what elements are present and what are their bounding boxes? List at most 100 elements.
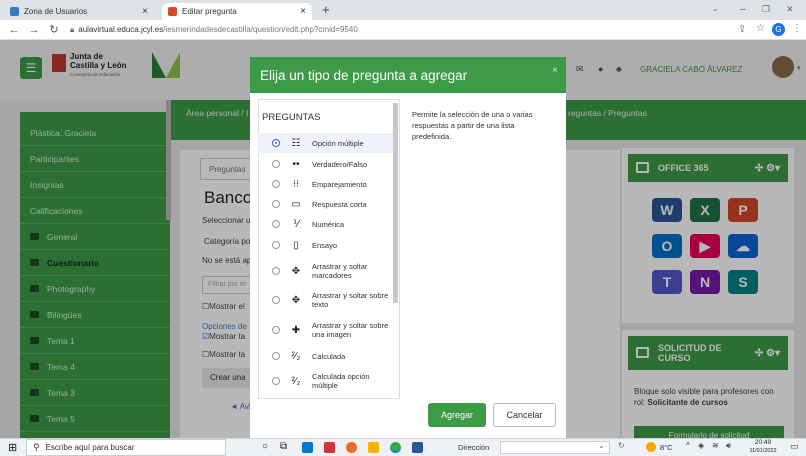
question-type-icon: ▯ [293, 239, 299, 251]
close-window-button[interactable]: ✕ [786, 4, 794, 15]
tab-title: Editar pregunta [182, 7, 237, 16]
question-type-label: Arrastrar y soltar marcadores [312, 262, 368, 280]
question-type-label: Calculada opción múltiple [312, 372, 370, 390]
address-toolbar-label: Dirección [458, 443, 490, 452]
menu-kebab-icon[interactable]: ⋮ [792, 23, 802, 34]
question-type-icon: ✥ [291, 294, 301, 306]
office-icon[interactable] [324, 442, 335, 453]
taskbar-search-box[interactable]: ⚲ Escribe aquí para buscar [26, 439, 226, 456]
file-explorer-icon[interactable] [368, 442, 379, 453]
profile-avatar[interactable]: G [772, 23, 785, 36]
question-type-option[interactable]: ²∕₂ Calculada [258, 346, 393, 366]
question-type-option[interactable]: ▯ Ensayo [258, 234, 393, 256]
moodle-favicon-icon [10, 7, 19, 16]
tray-chevron-icon[interactable]: ^ [686, 441, 690, 450]
windows-taskbar: ⊞ ⚲ Escribe aquí para buscar ○ ⧉ Direcci… [0, 438, 806, 456]
url-field[interactable]: aulavirtual.educa.jcyl.es/iesmerindadesd… [78, 25, 358, 34]
forward-arrow-icon[interactable]: → [28, 24, 40, 36]
radio-selected[interactable] [272, 139, 280, 147]
question-type-icon: ⁝⁝ [292, 178, 300, 190]
bookmark-star-icon[interactable]: ☆ [756, 23, 765, 34]
action-center-icon[interactable]: ▭ [790, 441, 799, 452]
question-type-label: Arrastrar y soltar sobre texto [312, 291, 389, 309]
radio-unselected[interactable] [272, 326, 280, 334]
moodle-favicon-icon [168, 7, 177, 16]
question-type-icon: ▭ [291, 198, 301, 210]
question-type-option[interactable]: ²∕₂ Calculada opción múltiple [258, 367, 393, 395]
question-type-option[interactable]: ⁝⁝ Emparejamiento [258, 174, 393, 194]
radio-unselected[interactable] [272, 160, 280, 168]
chrome-icon[interactable] [390, 442, 401, 453]
cancel-button[interactable]: Cancelar [493, 403, 556, 427]
question-type-label: Respuesta corta [312, 199, 367, 209]
wifi-icon[interactable]: ≋ [712, 441, 719, 450]
question-type-option[interactable]: ✥ Arrastrar y soltar marcadores [258, 257, 393, 285]
search-icon: ⚲ [33, 442, 40, 452]
radio-unselected[interactable] [272, 296, 280, 304]
question-type-icon: ☷ [291, 137, 301, 149]
url-path: /iesmerindadesdecastilla/question/edit.p… [163, 25, 358, 34]
tab-search-chevron-icon[interactable]: ⌄ [712, 4, 719, 13]
weather-temp[interactable]: 8°C [660, 443, 673, 452]
address-bar: ← → ↻ 🔒︎ aulavirtual.educa.jcyl.es/iesme… [0, 20, 806, 40]
address-dropdown-icon[interactable]: ⌄ [598, 441, 605, 450]
question-type-option[interactable]: ▭ Respuesta corta [258, 194, 393, 214]
minimize-button[interactable]: – [740, 4, 746, 15]
question-type-label: Emparejamiento [312, 179, 367, 189]
taskbar-search-placeholder: Escribe aquí para buscar [45, 443, 135, 452]
question-type-label: Ensayo [312, 240, 338, 250]
reload-icon[interactable]: ↻ [48, 23, 60, 36]
question-type-label: Calculada [312, 351, 346, 361]
task-view-icon[interactable]: ⧉ [280, 441, 287, 452]
question-type-option[interactable]: ⅟ Numérica [258, 214, 393, 234]
word-taskbar-icon[interactable] [412, 442, 423, 453]
dialog-close-button[interactable]: × [552, 65, 558, 76]
radio-unselected[interactable] [272, 377, 280, 385]
clock-date: 11/01/2022 [749, 448, 777, 454]
weather-icon [646, 442, 656, 452]
question-type-label: Verdadero/Falso [312, 159, 368, 169]
radio-unselected[interactable] [272, 220, 280, 228]
dialog-title: Elija un tipo de pregunta a agregar [260, 67, 468, 83]
windows-start-icon[interactable]: ⊞ [8, 441, 17, 454]
question-type-label: Arrastrar y soltar sobre una imagen [312, 321, 389, 339]
refresh-icon[interactable]: ↻ [618, 441, 625, 450]
browser-tab-bar: Zona de Usuarios × Editar pregunta × + ⌄… [0, 0, 806, 20]
maximize-button[interactable]: ❐ [762, 4, 770, 15]
address-toolbar-input[interactable] [500, 441, 610, 454]
radio-unselected[interactable] [272, 200, 280, 208]
tab-close-icon[interactable]: × [300, 6, 306, 17]
back-arrow-icon[interactable]: ← [8, 24, 20, 36]
question-type-icon: ✚ [291, 324, 301, 336]
radio-unselected[interactable] [272, 352, 280, 360]
question-type-description: Permite la selección de una o varias res… [412, 110, 533, 141]
radio-unselected[interactable] [272, 267, 280, 275]
question-type-label: Numérica [312, 219, 345, 229]
network-icon[interactable]: ◈ [698, 441, 704, 450]
question-type-icon: ✥ [291, 265, 301, 277]
question-type-option[interactable]: ✚ Arrastrar y soltar sobre una imagen [258, 315, 393, 345]
radio-unselected[interactable] [272, 241, 280, 249]
question-type-icon: ²∕₂ [291, 375, 301, 387]
cortana-icon[interactable]: ○ [262, 441, 268, 452]
question-list-header: PREGUNTAS [262, 112, 321, 123]
question-type-option[interactable]: •• Verdadero/Falso [258, 154, 393, 174]
clock[interactable]: 20:49 11/01/2022 [742, 439, 784, 455]
edge-icon[interactable] [302, 442, 313, 453]
lock-icon: 🔒︎ [70, 24, 75, 34]
question-list-scrollbar[interactable] [393, 103, 398, 303]
firefox-icon[interactable] [346, 442, 357, 453]
tab-zona-usuarios[interactable]: Zona de Usuarios × [4, 3, 154, 20]
dialog-header: Elija un tipo de pregunta a agregar × [250, 57, 566, 93]
question-type-option[interactable]: ✥ Arrastrar y soltar sobre texto [258, 286, 393, 314]
question-type-icon: ⅟ [293, 218, 299, 230]
clock-time: 20:49 [754, 439, 772, 446]
add-button[interactable]: Agregar [428, 403, 486, 427]
radio-unselected[interactable] [272, 180, 280, 188]
tab-close-icon[interactable]: × [142, 6, 148, 17]
new-tab-button[interactable]: + [322, 2, 330, 17]
volume-icon[interactable]: 🔊︎ [726, 441, 731, 451]
tab-editar-pregunta[interactable]: Editar pregunta × [162, 3, 312, 20]
share-icon[interactable]: ⇪ [738, 24, 746, 35]
question-type-option[interactable]: ☷ Opción múltiple [258, 133, 393, 153]
